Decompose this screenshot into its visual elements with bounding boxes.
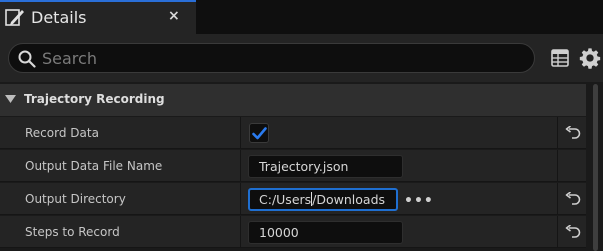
column-divider[interactable] [240, 150, 241, 182]
close-icon[interactable]: × [168, 8, 180, 24]
property-label: Steps to Record [25, 225, 120, 239]
table-icon[interactable] [551, 49, 569, 67]
reset-to-default-icon[interactable] [565, 126, 581, 140]
property-row-record-data: Record Data [0, 117, 586, 149]
tab-details[interactable]: Details × [0, 0, 196, 34]
property-row-output-data-file-name: Output Data File Name Trajectory.json [0, 150, 586, 182]
details-panel: Trajectory Recording Record Data Output … [0, 82, 603, 251]
property-row-steps-to-record: Steps to Record 10000 [0, 216, 586, 248]
gear-icon[interactable] [579, 47, 601, 69]
property-row-output-directory: Output Directory C:/Users/Downloads ••• [0, 183, 586, 215]
chevron-down-icon[interactable] [5, 95, 16, 104]
directory-text-before-caret: C:/Users [259, 192, 312, 207]
search-icon [18, 50, 36, 68]
details-toolbar [0, 34, 603, 82]
tab-strip: Details × [0, 0, 603, 34]
section-title: Trajectory Recording [24, 92, 165, 106]
reset-to-default-icon[interactable] [565, 192, 581, 206]
column-divider[interactable] [240, 183, 241, 215]
property-label: Record Data [25, 126, 99, 140]
search-box[interactable] [8, 43, 535, 73]
reset-to-default-icon[interactable] [565, 225, 581, 239]
section-header-trajectory-recording[interactable]: Trajectory Recording [0, 84, 586, 116]
steps-to-record-field[interactable]: 10000 [248, 221, 403, 244]
checkmark-icon [252, 127, 267, 140]
search-input[interactable] [42, 47, 522, 69]
output-directory-field[interactable]: C:/Users/Downloads [248, 188, 398, 211]
column-divider[interactable] [240, 117, 241, 149]
reset-column [557, 183, 586, 215]
property-label: Output Data File Name [25, 159, 163, 173]
scrollbar-thumb[interactable] [593, 84, 598, 251]
column-divider[interactable] [240, 216, 241, 248]
tab-title: Details [31, 8, 87, 27]
directory-text-after-caret: /Downloads [312, 192, 386, 207]
vertical-scrollbar[interactable] [590, 84, 600, 251]
reset-column [557, 117, 586, 149]
browse-button[interactable]: ••• [404, 193, 434, 209]
pencil-icon [5, 9, 24, 26]
reset-column [557, 150, 586, 182]
output-file-name-field[interactable]: Trajectory.json [248, 155, 403, 178]
reset-column [557, 216, 586, 248]
record-data-checkbox[interactable] [249, 123, 269, 143]
property-label: Output Directory [25, 192, 126, 206]
